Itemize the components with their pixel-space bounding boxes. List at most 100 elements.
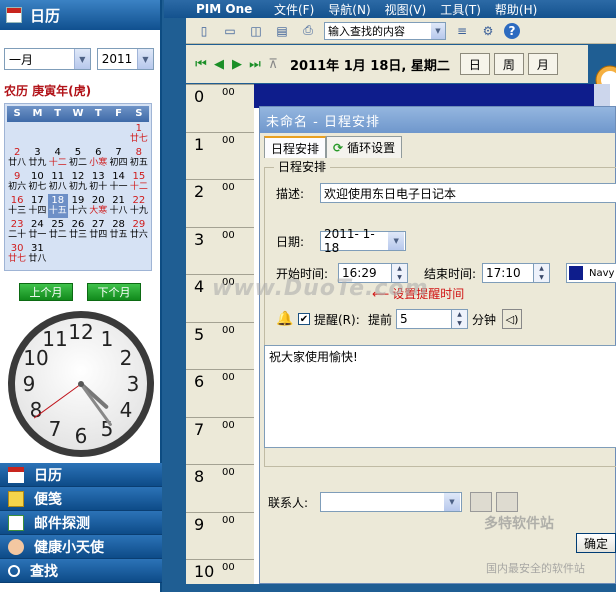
today-icon[interactable]: ⊼: [264, 55, 282, 73]
calendar-day[interactable]: 14 十一: [108, 170, 128, 194]
calendar-day[interactable]: 4 十二: [48, 146, 68, 170]
prev-icon[interactable]: ◀: [210, 55, 228, 73]
calendar-day[interactable]: 24 廿一: [27, 218, 47, 242]
end-time-field[interactable]: 17:10: [482, 263, 534, 283]
prev-month-button[interactable]: 上个月: [19, 283, 73, 301]
next-icon[interactable]: ▶: [228, 55, 246, 73]
calendar-day[interactable]: 11 初八: [48, 170, 68, 194]
export-icon[interactable]: ▤: [272, 22, 292, 40]
hour-row: 3 00: [186, 226, 254, 275]
contact-person-icon[interactable]: [496, 492, 518, 512]
menu-view[interactable]: 视图(V): [385, 1, 427, 18]
month-select[interactable]: 一月 ▼: [4, 48, 91, 70]
spin-up-icon[interactable]: ▲: [452, 310, 467, 319]
chevron-down-icon[interactable]: ▼: [444, 493, 460, 511]
date-picker[interactable]: 2011- 1-18 ▼: [320, 227, 406, 255]
contact-card-icon[interactable]: [470, 492, 492, 512]
calendar-day[interactable]: 12 初九: [68, 170, 88, 194]
menu-navigate[interactable]: 导航(N): [328, 1, 370, 18]
nav-search[interactable]: 查找: [0, 559, 162, 583]
year-select[interactable]: 2011 ▼: [96, 48, 154, 70]
edit-icon[interactable]: ▭: [220, 22, 240, 40]
tab-recurrence[interactable]: ⟳ 循环设置: [326, 136, 403, 158]
calendar-day[interactable]: 28 廿五: [108, 218, 128, 242]
calendar-day[interactable]: 16 十三: [7, 194, 27, 218]
last-icon[interactable]: ⏭: [246, 55, 264, 73]
tab-schedule[interactable]: 日程安排: [264, 136, 327, 158]
calendar-day[interactable]: 19 十六: [68, 194, 88, 218]
hour-label: 2: [194, 182, 205, 201]
tab-week[interactable]: 周: [493, 53, 524, 75]
lunar-day: 廿七: [8, 254, 27, 264]
bell-icon: 🔔: [276, 311, 294, 327]
spin-down-icon[interactable]: ▼: [534, 273, 549, 282]
lunar-day: 十六: [68, 206, 87, 216]
chevron-down-icon[interactable]: ▼: [388, 232, 404, 250]
menu-help[interactable]: 帮助(H): [495, 1, 537, 18]
calendar-day[interactable]: 22 十九: [129, 194, 149, 218]
calendar-day[interactable]: 26 廿三: [68, 218, 88, 242]
calendar-day[interactable]: 1 廿七: [129, 122, 149, 146]
desc-field[interactable]: 欢迎使用东日电子日记本: [320, 183, 616, 203]
calendar-day[interactable]: 20 大寒: [88, 194, 108, 218]
calendar-day[interactable]: 5 初二: [68, 146, 88, 170]
spin-up-icon[interactable]: ▲: [392, 264, 407, 273]
ok-button[interactable]: 确定: [576, 533, 616, 553]
calendar-day[interactable]: 13 初十: [88, 170, 108, 194]
calendar-day[interactable]: 10 初七: [27, 170, 47, 194]
next-month-button[interactable]: 下个月: [87, 283, 141, 301]
spin-up-icon[interactable]: ▲: [534, 264, 549, 273]
contact-select[interactable]: ▼: [320, 492, 462, 512]
nav-mail-detect[interactable]: 邮件探测: [0, 511, 162, 535]
search-input[interactable]: 输入查找的内容: [325, 23, 431, 39]
calendar-day[interactable]: 3 廿九: [27, 146, 47, 170]
advance-spinner[interactable]: ▲ ▼: [452, 309, 468, 329]
memo-field[interactable]: 祝大家使用愉快!: [264, 345, 616, 448]
tab-month[interactable]: 月: [527, 53, 558, 75]
menu-tools[interactable]: 工具(T): [440, 1, 481, 18]
menu-file[interactable]: 文件(F): [274, 1, 314, 18]
calendar-day[interactable]: 17 十四: [27, 194, 47, 218]
chevron-down-icon[interactable]: ▼: [137, 49, 153, 69]
chevron-down-icon[interactable]: ▼: [73, 49, 90, 69]
spin-down-icon[interactable]: ▼: [452, 319, 467, 328]
calendar-day[interactable]: 15 十二: [129, 170, 149, 194]
nav-calendar[interactable]: 日历: [0, 463, 162, 487]
calendar-icon: [8, 466, 24, 483]
first-icon[interactable]: ⏮: [192, 55, 210, 73]
new-icon[interactable]: ▯: [194, 22, 214, 40]
calendar-day: [68, 122, 88, 146]
print-icon[interactable]: ⎙: [298, 22, 318, 40]
calendar-day[interactable]: 8 初五: [129, 146, 149, 170]
scroll-up-button[interactable]: [594, 84, 610, 106]
list-icon[interactable]: ≡: [452, 22, 472, 40]
nav-health[interactable]: 健康小天使: [0, 535, 162, 559]
calendar-day[interactable]: 2 廿八: [7, 146, 27, 170]
tab-day[interactable]: 日: [459, 53, 490, 75]
open-icon[interactable]: ◫: [246, 22, 266, 40]
calendar-day[interactable]: 25 廿二: [48, 218, 68, 242]
sound-icon[interactable]: ◁): [502, 309, 523, 329]
chevron-down-icon[interactable]: ▼: [431, 22, 445, 39]
day-number: 2: [13, 147, 21, 158]
advance-field[interactable]: 5: [396, 309, 452, 329]
calendar-day[interactable]: 27 廿四: [88, 218, 108, 242]
search-combo[interactable]: 输入查找的内容 ▼: [324, 21, 446, 40]
calendar-day[interactable]: 29 廿六: [129, 218, 149, 242]
nav-notes[interactable]: 便笺: [0, 487, 162, 511]
calendar-day[interactable]: 7 初四: [108, 146, 128, 170]
help-icon[interactable]: ?: [504, 22, 520, 39]
calendar-day[interactable]: 18 十五: [47, 194, 68, 218]
calendar-day[interactable]: 9 初六: [7, 170, 27, 194]
event-bar[interactable]: [254, 84, 594, 108]
calendar-day[interactable]: 21 十八: [108, 194, 128, 218]
remind-checkbox[interactable]: ✔: [298, 313, 310, 325]
weekday-label: T: [54, 108, 62, 119]
color-picker[interactable]: Navy: [566, 263, 616, 283]
calendar-day[interactable]: 31 廿八: [27, 242, 47, 266]
end-time-spinner[interactable]: ▲ ▼: [534, 263, 550, 283]
settings-icon[interactable]: ⚙: [478, 22, 498, 40]
calendar-day[interactable]: 30 廿七: [7, 242, 27, 266]
calendar-day[interactable]: 23 二十: [7, 218, 27, 242]
calendar-day[interactable]: 6 小寒: [88, 146, 108, 170]
